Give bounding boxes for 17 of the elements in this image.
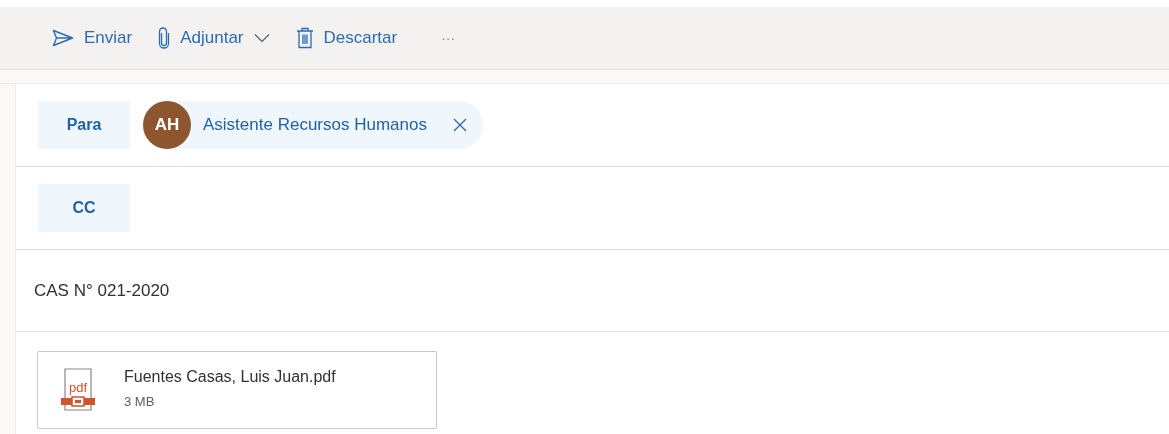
discard-button[interactable]: Descartar <box>287 21 406 55</box>
attach-button[interactable]: Adjuntar <box>150 21 278 55</box>
chevron-down-icon <box>253 33 270 43</box>
paperclip-icon <box>158 27 171 49</box>
file-size: 3 MB <box>124 393 156 409</box>
to-button[interactable]: Para <box>38 101 130 149</box>
attachment-card[interactable]: pdf Fuentes Casas, Luis Juan.pdf 3 MB <box>37 351 437 429</box>
recipient-name: Asistente Recursos Humanos <box>203 115 427 135</box>
cc-button[interactable]: CC <box>38 184 130 232</box>
close-icon[interactable] <box>452 118 467 132</box>
avatar: AH <box>143 101 191 149</box>
send-icon <box>52 29 74 47</box>
trash-icon <box>295 27 314 49</box>
file-name: Fuentes Casas, Luis Juan.pdf <box>124 367 336 386</box>
recipient-chip[interactable]: AH Asistente Recursos Humanos <box>143 101 483 149</box>
send-button[interactable]: Enviar <box>44 22 141 54</box>
more-button[interactable]: ··· <box>433 24 464 52</box>
